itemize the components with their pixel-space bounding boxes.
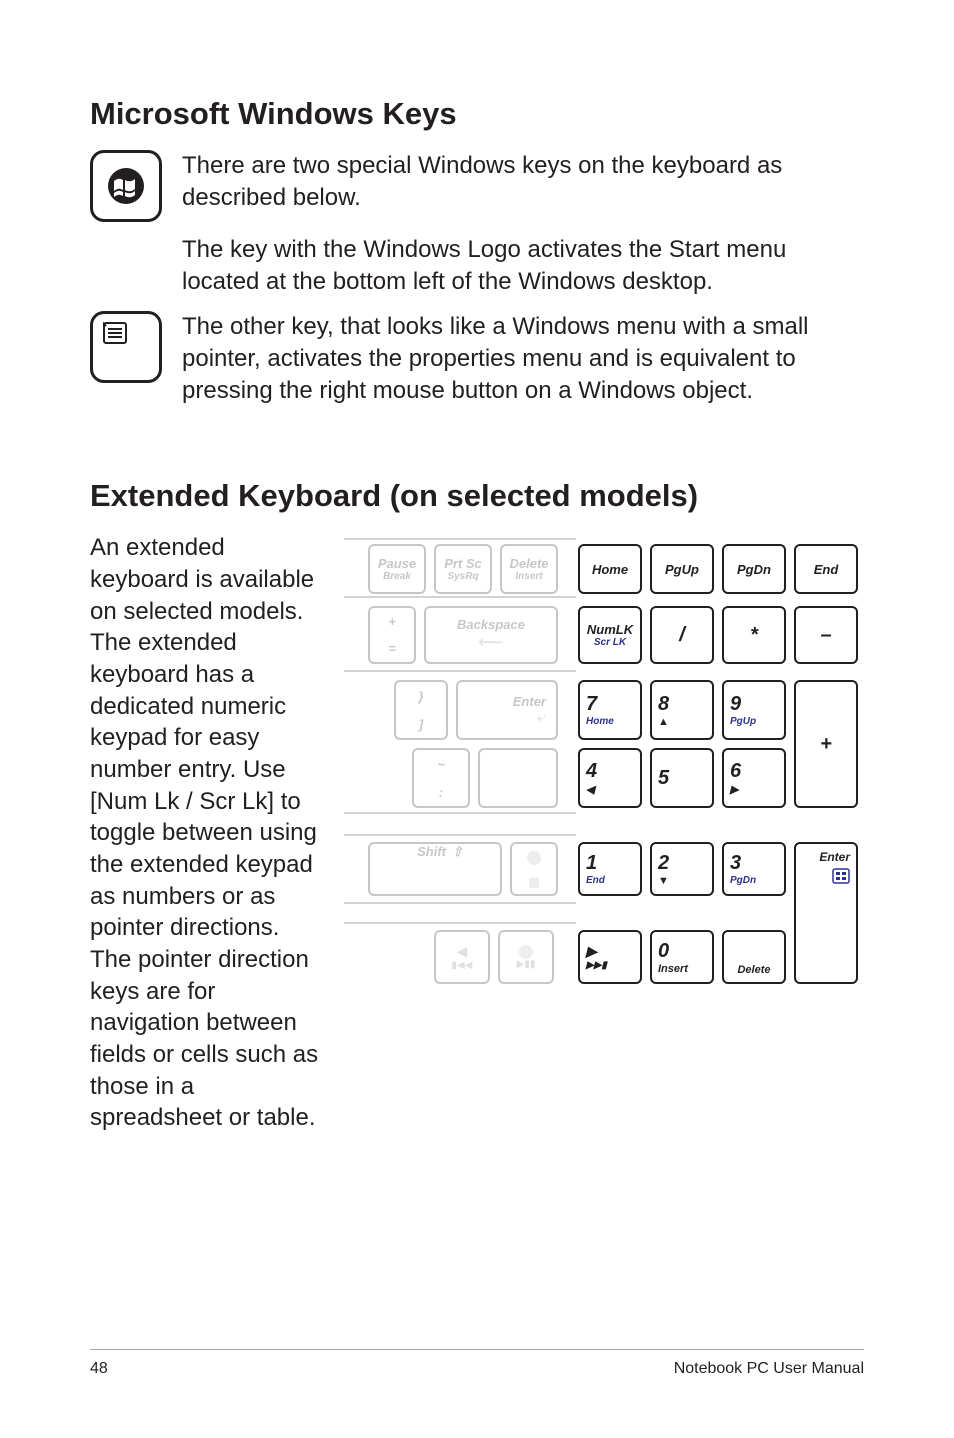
page-footer: 48 Notebook PC User Manual	[90, 1349, 864, 1378]
keypad-illustration: Pause Break Prt Sc SysRq Delete Insert +…	[344, 532, 864, 992]
winkeys-para2: The key with the Windows Logo activates …	[182, 234, 864, 297]
windows-logo-key-icon	[90, 150, 162, 222]
heading-extkb: Extended Keyboard (on selected models)	[90, 478, 864, 514]
manual-title: Notebook PC User Manual	[674, 1360, 864, 1378]
context-menu-key-icon	[90, 311, 162, 383]
winkeys-para3: The other key, that looks like a Windows…	[182, 311, 864, 406]
winkeys-para1: There are two special Windows keys on th…	[182, 150, 864, 213]
heading-winkeys: Microsoft Windows Keys	[90, 96, 864, 132]
extkb-para: An extended keyboard is available on sel…	[90, 532, 326, 1134]
page-number: 48	[90, 1360, 108, 1378]
